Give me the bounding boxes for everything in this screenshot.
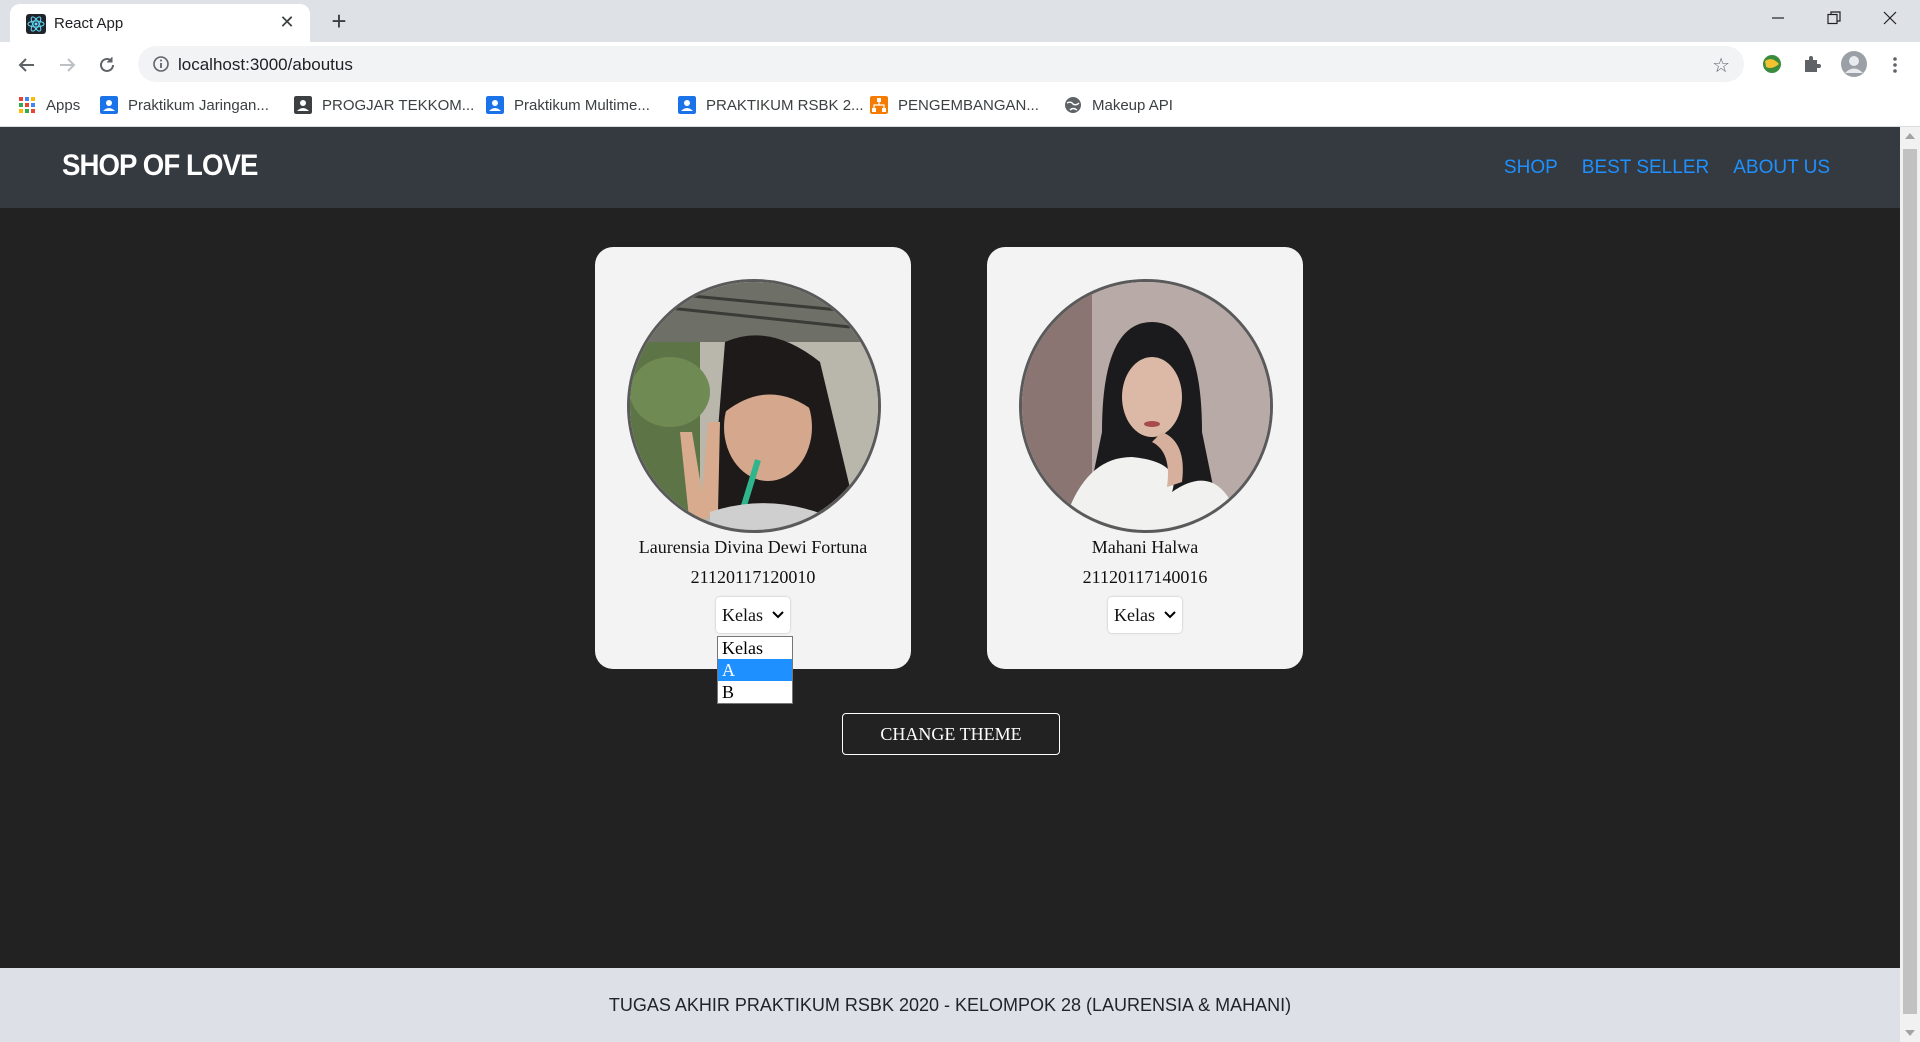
member-name: Laurensia Divina Dewi Fortuna bbox=[638, 537, 868, 557]
navbar: SHOP OF LOVE SHOP BEST SELLER ABOUT US bbox=[0, 127, 1900, 208]
footer: TUGAS AKHIR PRAKTIKUM RSBK 2020 - KELOMP… bbox=[0, 968, 1900, 1042]
scroll-down-arrow-icon[interactable] bbox=[1905, 1030, 1915, 1036]
dropdown-option-a[interactable]: A bbox=[718, 659, 792, 681]
member-nim: 21120117140016 bbox=[1082, 567, 1208, 587]
bookmark-praktikum-jaringan[interactable]: Praktikum Jaringan... bbox=[100, 96, 269, 114]
kebab-menu-icon[interactable] bbox=[1880, 50, 1910, 80]
bookmarks-bar: Apps Praktikum Jaringan... PROGJAR TEKKO… bbox=[0, 86, 1920, 127]
extensions-puzzle-icon[interactable] bbox=[1800, 52, 1824, 76]
brand-logo[interactable]: SHOP OF LOVE bbox=[62, 149, 258, 183]
tab-title: React App bbox=[54, 15, 124, 32]
extension-globe-icon[interactable] bbox=[1760, 52, 1784, 76]
bookmark-star-icon[interactable]: ☆ bbox=[1712, 53, 1730, 78]
scroll-thumb[interactable] bbox=[1903, 149, 1917, 1014]
kelas-dropdown-list: Kelas A B bbox=[717, 636, 793, 704]
dropdown-option-kelas[interactable]: Kelas bbox=[718, 637, 792, 659]
avatar bbox=[1019, 279, 1273, 533]
member-card-mahani: Mahani Halwa 21120117140016 Kelas bbox=[987, 247, 1303, 669]
nav-link-about-us[interactable]: ABOUT US bbox=[1733, 157, 1830, 179]
bookmark-label: PROGJAR TEKKOM... bbox=[322, 96, 475, 114]
browser-titlebar: React App ✕ + bbox=[0, 0, 1920, 42]
member-card-laurensia: Laurensia Divina Dewi Fortuna 2112011712… bbox=[595, 247, 911, 669]
select-value: Kelas bbox=[722, 604, 763, 625]
bookmark-praktikum-multimedia[interactable]: Praktikum Multime... bbox=[486, 96, 650, 114]
bookmark-label: PENGEMBANGAN... bbox=[898, 96, 1039, 114]
profile-photo-icon bbox=[630, 282, 878, 530]
back-arrow-icon[interactable] bbox=[12, 50, 42, 80]
restore-icon[interactable] bbox=[1806, 0, 1862, 36]
avatar bbox=[627, 279, 881, 533]
bookmark-label: Makeup API bbox=[1092, 96, 1173, 114]
tab-close-icon[interactable]: ✕ bbox=[276, 11, 298, 33]
close-window-icon[interactable] bbox=[1862, 0, 1918, 36]
footer-text: TUGAS AKHIR PRAKTIKUM RSBK 2020 - KELOMP… bbox=[608, 994, 1292, 1015]
forward-arrow-icon[interactable] bbox=[52, 50, 82, 80]
chevron-down-icon bbox=[1164, 611, 1176, 619]
scrollbar[interactable] bbox=[1900, 127, 1920, 1042]
new-tab-plus-icon[interactable]: + bbox=[324, 6, 354, 36]
profile-avatar-icon[interactable] bbox=[1840, 50, 1868, 78]
globe-icon bbox=[1065, 97, 1081, 113]
dropdown-option-b[interactable]: B bbox=[718, 681, 792, 703]
bookmark-apps[interactable]: Apps bbox=[18, 96, 80, 114]
browser-tab[interactable]: React App ✕ bbox=[10, 4, 310, 42]
classroom-icon bbox=[678, 96, 696, 114]
nav-links: SHOP BEST SELLER ABOUT US bbox=[1504, 157, 1830, 179]
member-nim: 21120117120010 bbox=[690, 567, 816, 587]
bookmark-label: PRAKTIKUM RSBK 2... bbox=[706, 96, 864, 114]
bookmark-label: Praktikum Multime... bbox=[514, 96, 650, 114]
browser-toolbar: localhost:3000/aboutus ☆ bbox=[0, 42, 1920, 86]
bookmark-praktikum-rsbk[interactable]: PRAKTIKUM RSBK 2... bbox=[678, 96, 864, 114]
react-logo-icon bbox=[26, 14, 46, 34]
scroll-up-arrow-icon[interactable] bbox=[1905, 133, 1915, 139]
nav-link-best-seller[interactable]: BEST SELLER bbox=[1582, 157, 1709, 179]
bookmark-progjar-tekkom[interactable]: PROGJAR TEKKOM... bbox=[294, 96, 474, 114]
member-name: Mahani Halwa bbox=[1091, 537, 1199, 557]
page-body: SHOP OF LOVE SHOP BEST SELLER ABOUT US L… bbox=[0, 127, 1900, 1042]
apps-grid-icon bbox=[19, 97, 35, 113]
profile-photo-icon bbox=[1022, 282, 1270, 530]
info-icon[interactable] bbox=[152, 55, 170, 73]
chevron-down-icon bbox=[772, 611, 784, 619]
bookmark-makeup-api[interactable]: Makeup API bbox=[1064, 96, 1173, 114]
kelas-select[interactable]: Kelas bbox=[716, 597, 790, 633]
select-value: Kelas bbox=[1114, 604, 1155, 625]
kelas-select[interactable]: Kelas bbox=[1108, 597, 1182, 633]
bookmark-label: Apps bbox=[46, 96, 81, 114]
classroom-icon bbox=[294, 96, 312, 114]
classroom-icon bbox=[486, 96, 504, 114]
bookmark-pengembangan[interactable]: PENGEMBANGAN... bbox=[870, 96, 1039, 114]
address-bar[interactable]: localhost:3000/aboutus ☆ bbox=[138, 46, 1744, 82]
orange-org-icon bbox=[870, 96, 888, 114]
classroom-icon bbox=[100, 96, 118, 114]
nav-link-shop[interactable]: SHOP bbox=[1504, 157, 1558, 179]
reload-icon[interactable] bbox=[92, 50, 122, 80]
change-theme-button[interactable]: CHANGE THEME bbox=[842, 713, 1060, 755]
minimize-icon[interactable] bbox=[1750, 0, 1806, 36]
url-text[interactable]: localhost:3000/aboutus bbox=[178, 55, 353, 75]
bookmark-label: Praktikum Jaringan... bbox=[128, 96, 269, 114]
